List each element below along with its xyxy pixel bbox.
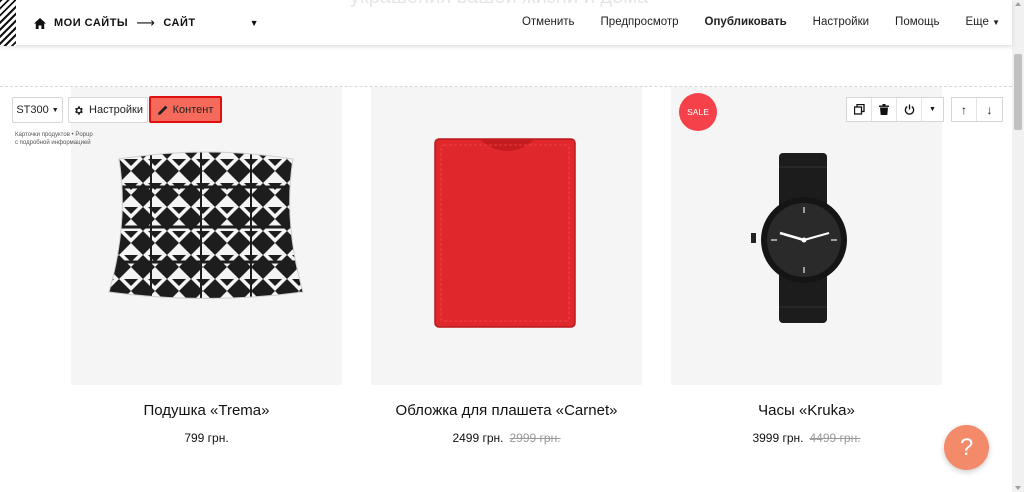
product-price-row: 3999 грн. 4499 грн. bbox=[671, 431, 942, 445]
trash-icon bbox=[879, 104, 889, 115]
question-mark-icon: ? bbox=[959, 433, 974, 461]
product-old-price: 4499 грн. bbox=[809, 431, 861, 445]
chevron-down-icon: ▼ bbox=[992, 18, 1000, 27]
settings-link[interactable]: Настройки bbox=[813, 16, 869, 28]
watch-image bbox=[751, 153, 847, 323]
product-title[interactable]: Подушка «Trema» bbox=[71, 402, 342, 419]
block-code-button[interactable]: ST300 ▼ bbox=[12, 97, 63, 123]
chevron-down-icon[interactable]: ▼ bbox=[250, 18, 259, 28]
duplicate-button[interactable] bbox=[847, 98, 872, 121]
cancel-button[interactable]: Отменить bbox=[522, 16, 575, 28]
product-image[interactable] bbox=[371, 87, 642, 385]
more-label: Еще bbox=[965, 16, 989, 28]
more-menu[interactable]: Еще ▼ bbox=[965, 16, 1000, 28]
help-link[interactable]: Помощь bbox=[895, 16, 939, 28]
breadcrumb-my-sites[interactable]: МОИ САЙТЫ bbox=[54, 17, 128, 29]
toggle-visibility-button[interactable] bbox=[897, 98, 922, 121]
block-content-button[interactable]: Контент bbox=[149, 96, 222, 123]
arrow-up-icon: ↑ bbox=[961, 102, 967, 117]
product-price-row: 2499 грн. 2999 грн. bbox=[371, 431, 642, 445]
help-chat-button[interactable]: ? bbox=[944, 425, 989, 470]
block-content-label: Контент bbox=[172, 103, 214, 116]
gear-icon bbox=[75, 105, 83, 115]
product-price: 799 грн. bbox=[184, 431, 229, 445]
publish-button[interactable]: Опубликовать bbox=[705, 16, 787, 28]
more-actions-dropdown[interactable]: ▼ bbox=[922, 98, 943, 121]
product-title[interactable]: Обложка для плашета «Carnet» bbox=[371, 402, 642, 419]
scroll-down-icon[interactable] bbox=[1015, 486, 1021, 490]
block-code-label: ST300 bbox=[16, 104, 49, 116]
chevron-down-icon: ▼ bbox=[929, 106, 936, 113]
product-image[interactable] bbox=[671, 87, 942, 385]
top-nav: Отменить Предпросмотр Опубликовать Настр… bbox=[522, 16, 1000, 28]
block-move-toolbar: ↑ ↓ bbox=[951, 97, 1003, 122]
duplicate-icon bbox=[853, 104, 865, 115]
block-actions-toolbar: ▼ bbox=[846, 97, 944, 122]
block-settings-label: Настройки bbox=[89, 104, 143, 116]
chevron-down-icon: ▼ bbox=[51, 106, 59, 114]
breadcrumb-arrow: ⟶ bbox=[136, 15, 156, 30]
sale-badge: SALE bbox=[679, 93, 717, 131]
block-settings-button[interactable]: Настройки bbox=[68, 97, 148, 123]
scroll-thumb[interactable] bbox=[1014, 54, 1022, 130]
breadcrumb: МОИ САЙТЫ ⟶ САЙТ ▼ bbox=[34, 15, 259, 31]
product-title[interactable]: Часы «Kruka» bbox=[671, 402, 942, 419]
block-hint: Карточки продуктов • Popup с подробной и… bbox=[15, 132, 93, 146]
product-image[interactable] bbox=[71, 87, 342, 385]
pillow-image bbox=[108, 151, 304, 299]
preview-button[interactable]: Предпросмотр bbox=[601, 16, 679, 28]
pattern-decoration bbox=[0, 0, 16, 46]
tablet-sleeve-image bbox=[434, 138, 576, 328]
scroll-up-icon[interactable] bbox=[1015, 2, 1021, 6]
product-price: 2499 грн. bbox=[452, 431, 504, 445]
page-scrollbar[interactable] bbox=[1012, 0, 1024, 492]
breadcrumb-site[interactable]: САЙТ bbox=[163, 17, 195, 29]
move-down-button[interactable]: ↓ bbox=[977, 98, 1002, 121]
arrow-down-icon: ↓ bbox=[986, 102, 993, 117]
move-up-button[interactable]: ↑ bbox=[952, 98, 977, 121]
delete-button[interactable] bbox=[872, 98, 897, 121]
product-price: 3999 грн. bbox=[752, 431, 804, 445]
product-old-price: 2999 грн. bbox=[509, 431, 561, 445]
pencil-icon bbox=[157, 105, 168, 115]
power-icon bbox=[904, 104, 914, 115]
page-heading-ghost: украшения вашей жизни и дома bbox=[350, 0, 648, 9]
home-icon[interactable] bbox=[34, 17, 46, 29]
product-price-row: 799 грн. bbox=[71, 431, 342, 445]
